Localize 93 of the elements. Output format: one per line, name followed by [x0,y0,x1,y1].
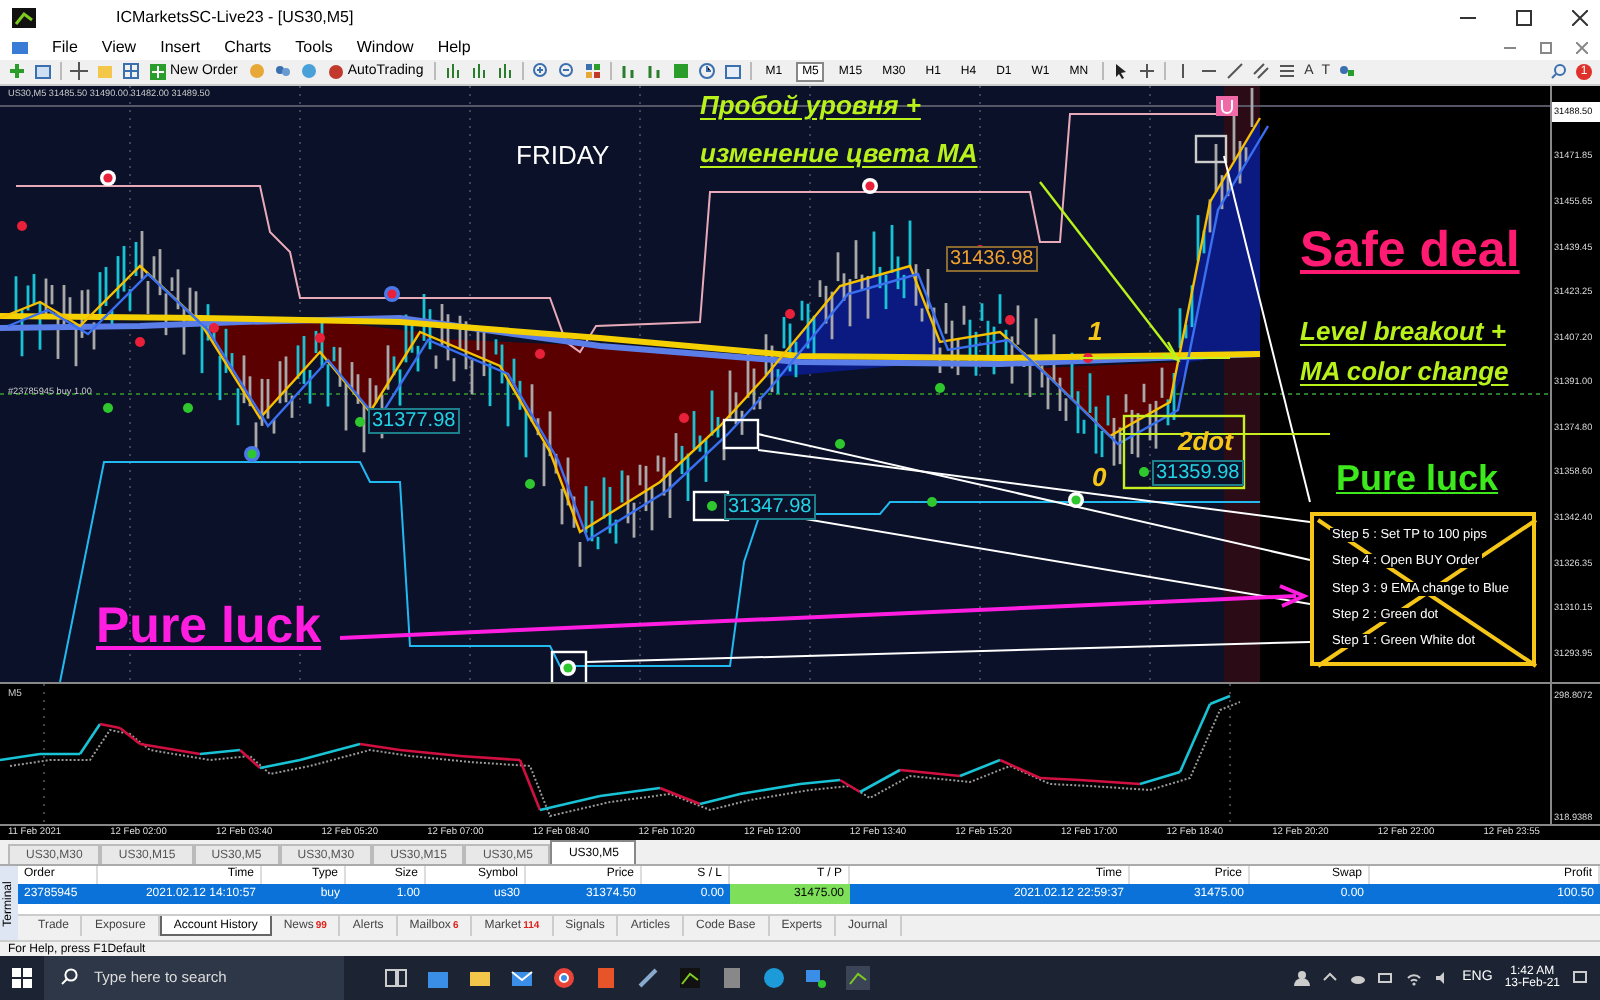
menu-item[interactable]: File [52,38,78,57]
close-icon[interactable] [1572,9,1588,26]
annotation-text: изменение цвета МА [700,137,978,168]
menu-item[interactable]: Tools [295,38,333,57]
search-icon[interactable] [1550,62,1568,81]
clock-icon[interactable] [697,62,716,81]
signal-dot [1139,466,1149,477]
signal-dot [103,402,113,413]
marker-label: 0 [1092,461,1107,492]
zoom-in-icon[interactable] [531,62,550,81]
menu-item[interactable]: View [101,38,137,57]
magnet-icon [1216,95,1238,116]
signal-dot [1083,352,1093,363]
signal-dot [927,496,937,507]
trading-terminal-icon[interactable] [678,965,702,990]
signal-dot [935,382,945,393]
price-label: 31436.98 [946,245,1038,272]
menu-item[interactable]: Charts [224,38,272,57]
signal-dot [315,332,325,343]
signal-dot [679,412,689,423]
line-chart-icon[interactable] [495,62,514,81]
menu-item[interactable]: Window [356,38,414,57]
ringed-dot [384,285,400,302]
shapes-icon[interactable] [1338,62,1357,81]
mail-icon[interactable] [510,965,534,990]
stop-icon[interactable] [327,63,344,80]
candlestick-icon[interactable] [469,62,488,81]
signal-dot [17,220,27,231]
battery-icon[interactable] [1378,969,1395,986]
task-view-icon[interactable] [384,965,408,990]
day-label: FRIDAY [516,139,610,170]
ringed-dot [1068,491,1084,508]
ringed-dot [244,445,260,462]
signal-dot [209,322,219,333]
signal-dot [135,336,145,347]
trading-terminal-icon[interactable] [846,965,870,990]
annotation-heading: Pure luck [96,597,322,656]
app-menu-icon[interactable] [12,39,28,56]
annotation-text: MA color change [1300,355,1509,386]
annotation-text: Пробой уровня + [700,89,921,120]
cursor-icon[interactable] [1112,62,1131,81]
annotation-heading: Safe deal [1300,221,1520,280]
template-icon[interactable] [723,62,742,81]
highlight-frame [722,418,760,449]
marker-label: 2dot [1178,425,1233,456]
ringed-dot [862,177,878,194]
bar-chart-icon[interactable] [443,62,462,81]
signal-dot [785,308,795,319]
price-label: 31359.98 [1152,459,1244,486]
channel-icon[interactable] [1252,62,1271,81]
menu-item[interactable]: Help [437,38,471,57]
signal-dot [535,348,545,359]
windows-start-icon[interactable] [12,967,32,988]
signal-dot [183,402,193,413]
person-icon[interactable] [1294,969,1311,986]
app-logo-icon [12,7,36,28]
wifi-icon[interactable] [1406,969,1423,986]
annotation-heading: Pure luck [1336,457,1499,500]
trend-line-icon[interactable] [1226,62,1245,81]
signal-dot [707,500,717,511]
highlight-frame [550,650,588,682]
grid-icon[interactable] [122,62,140,81]
caret-icon[interactable] [1322,969,1339,986]
plus-icon[interactable] [8,62,26,81]
menu-item[interactable]: Insert [160,38,201,57]
annotation-text: Level breakout + [1300,315,1506,346]
people-icon[interactable] [273,62,292,81]
tile-icon[interactable] [583,62,602,81]
search-icon [60,968,78,987]
notification-icon[interactable] [1572,969,1588,986]
ringed-dot [100,169,116,186]
zoom-out-icon[interactable] [557,62,576,81]
browser-icon[interactable] [552,965,576,990]
signal-dot [1005,314,1015,325]
restore-icon[interactable] [1540,41,1552,54]
signal-dot [525,478,535,489]
price-label: 31377.98 [368,407,460,434]
highlight-frame [1122,414,1246,489]
crosshair-icon[interactable] [70,62,88,81]
crosshair-icon[interactable] [1138,62,1157,81]
window-title: ICMarketsSC-Live23 - [US30,M5] [116,8,356,27]
signal-dot [355,416,365,427]
signal-dot [835,438,845,449]
network-settings-icon[interactable] [804,965,828,990]
highlight-frame [1194,134,1228,163]
chart-shift-icon[interactable] [645,62,664,81]
ringed-dot [560,659,576,676]
scroll-chart-icon[interactable] [619,62,638,81]
price-label: 31347.98 [724,493,816,520]
marker-label: 1 [1088,315,1103,346]
window-icon[interactable] [34,62,52,81]
fibonacci-icon[interactable] [1278,62,1297,81]
maximize-icon[interactable] [1516,9,1532,26]
